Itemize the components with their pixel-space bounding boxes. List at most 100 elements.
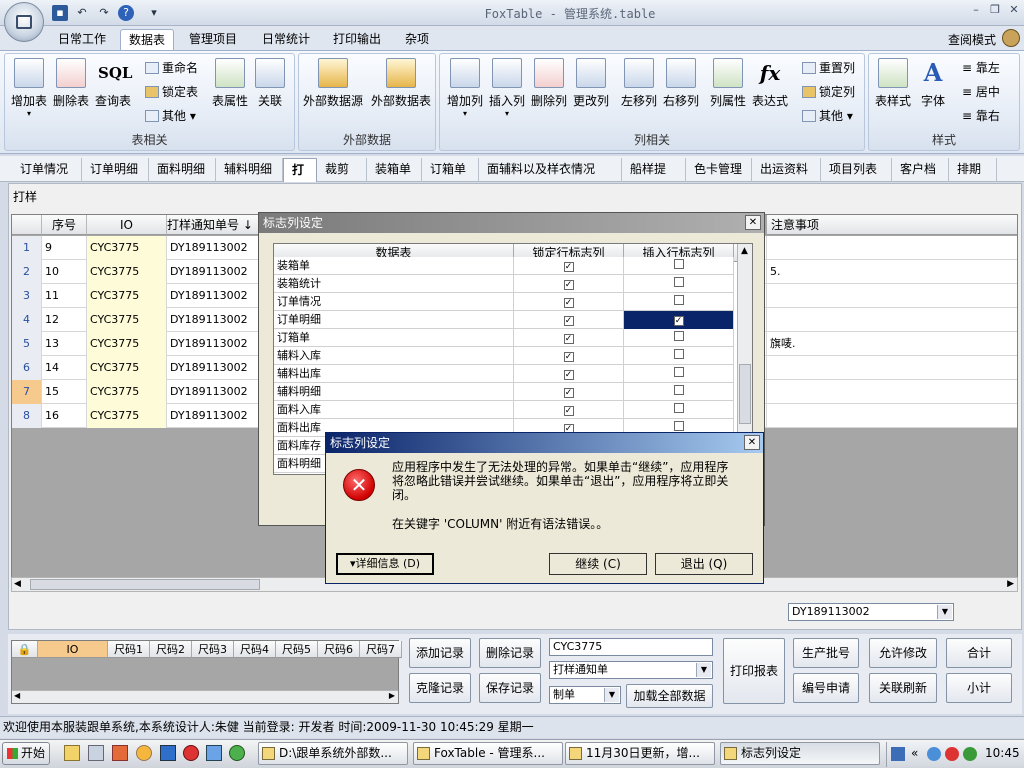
query-table-button[interactable]: SQL 查询表 bbox=[88, 58, 138, 109]
qq-icon[interactable] bbox=[136, 745, 152, 761]
header-notes[interactable]: 注意事项 bbox=[767, 215, 1017, 235]
header-notice[interactable]: 打样通知单号 ↓ bbox=[167, 215, 261, 235]
taskbar-item-1[interactable]: FoxTable - 管理系... bbox=[413, 742, 563, 765]
cell-notes[interactable]: 5. bbox=[767, 260, 1017, 284]
doc-tab-3[interactable]: 辅料明细 bbox=[216, 158, 283, 182]
lock-columns-button[interactable]: 锁定列 bbox=[802, 82, 855, 102]
checkbox[interactable] bbox=[673, 295, 684, 305]
taskbar-item-2[interactable]: 11月30日更新，增... bbox=[565, 742, 715, 765]
size-header-7[interactable]: 尺码7 bbox=[360, 641, 402, 658]
list-item[interactable]: 订单明细 ✓ ✓ bbox=[274, 311, 734, 329]
clock[interactable]: 10:45 bbox=[985, 746, 1020, 760]
cell-notes[interactable] bbox=[767, 404, 1017, 428]
tab-print-output[interactable]: 打印输出 bbox=[325, 29, 389, 50]
refresh-relation-button[interactable]: 关联刷新 bbox=[869, 673, 937, 703]
table-other-button[interactable]: 其他 ▾ bbox=[145, 106, 196, 126]
chevron-down-icon[interactable]: ▼ bbox=[937, 605, 952, 619]
list-item[interactable]: 面料入库 ✓ bbox=[274, 401, 734, 419]
doc-tab-14[interactable]: 排期表 bbox=[949, 158, 997, 198]
minimize-icon[interactable]: – bbox=[968, 3, 984, 17]
flag-insert-cell[interactable]: ✓ bbox=[624, 311, 734, 329]
doc-tab-12[interactable]: 项目列表 bbox=[821, 158, 892, 182]
doc-tab-11[interactable]: 出运资料 bbox=[752, 158, 821, 182]
batch-no-button[interactable]: 生产批号 bbox=[793, 638, 859, 668]
network-icon[interactable] bbox=[927, 747, 941, 761]
details-button[interactable]: ▾详细信息 (D) bbox=[336, 553, 434, 575]
doc-tab-8[interactable]: 面辅料以及样衣情况 bbox=[479, 158, 622, 182]
help-icon[interactable]: ? bbox=[118, 5, 134, 21]
row-number[interactable]: 7 bbox=[12, 380, 42, 404]
lock-table-button[interactable]: 锁定表 bbox=[145, 82, 198, 102]
scroll-thumb[interactable] bbox=[739, 364, 751, 424]
header-seq[interactable]: 序号 bbox=[42, 215, 87, 235]
row-number[interactable]: 4 bbox=[12, 308, 42, 332]
corner-header[interactable] bbox=[12, 215, 42, 235]
notice-filter-combo[interactable]: DY189113002 ▼ bbox=[788, 603, 954, 621]
flag-lock-cell[interactable]: ✓ bbox=[514, 365, 624, 383]
load-all-button[interactable]: 加载全部数据 bbox=[626, 684, 713, 708]
scroll-left-icon[interactable]: ◀ bbox=[14, 579, 21, 589]
exit-button[interactable]: 退出 (Q) bbox=[655, 553, 753, 575]
clone-record-button[interactable]: 克隆记录 bbox=[409, 673, 471, 703]
cell-io[interactable]: CYC3775 bbox=[87, 332, 167, 356]
desktop-icon[interactable] bbox=[88, 745, 104, 761]
checkbox[interactable] bbox=[673, 331, 684, 341]
doc-tab-9[interactable]: 船样提取 bbox=[622, 158, 686, 198]
row-number[interactable]: 5 bbox=[12, 332, 42, 356]
tab-daily-stats[interactable]: 日常统计 bbox=[254, 29, 318, 50]
checkbox[interactable] bbox=[673, 367, 684, 377]
cell-io[interactable]: CYC3775 bbox=[87, 260, 167, 284]
tab-data-table[interactable]: 数据表 bbox=[120, 29, 175, 50]
checkbox[interactable] bbox=[673, 277, 684, 287]
font-button[interactable]: A 字体 bbox=[908, 58, 958, 109]
cell-io[interactable]: CYC3775 bbox=[87, 284, 167, 308]
cell-notes[interactable] bbox=[767, 284, 1017, 308]
doc-tab-13[interactable]: 客户档案 bbox=[892, 158, 949, 198]
list-item[interactable]: 辅料入库 ✓ bbox=[274, 347, 734, 365]
row-number[interactable]: 3 bbox=[12, 284, 42, 308]
flag-insert-cell[interactable] bbox=[624, 347, 734, 365]
row-number[interactable]: 8 bbox=[12, 404, 42, 428]
doc-tab-7[interactable]: 订箱单 bbox=[422, 158, 479, 182]
tray-expand-icon[interactable]: « bbox=[911, 746, 918, 760]
tab-manage-project[interactable]: 管理项目 bbox=[181, 29, 245, 50]
continue-button[interactable]: 继续 (C) bbox=[549, 553, 647, 575]
cell-notice[interactable]: DY189113002 bbox=[167, 284, 261, 308]
browser-icon[interactable] bbox=[229, 745, 245, 761]
users-icon[interactable] bbox=[1002, 29, 1020, 47]
size-header-5[interactable]: 尺码5 bbox=[276, 641, 318, 658]
cell-notes[interactable] bbox=[767, 380, 1017, 404]
close-icon[interactable]: ✕ bbox=[744, 435, 760, 450]
cell-io[interactable]: CYC3775 bbox=[87, 380, 167, 404]
doc-tab-5[interactable]: 裁剪数 bbox=[317, 158, 367, 198]
flag-insert-cell[interactable] bbox=[624, 365, 734, 383]
flag-insert-cell[interactable] bbox=[624, 293, 734, 311]
security-icon[interactable] bbox=[183, 745, 199, 761]
total-button[interactable]: 合计 bbox=[946, 638, 1012, 668]
tab-daily-work[interactable]: 日常工作 bbox=[50, 29, 114, 50]
cell-seq[interactable]: 13 bbox=[42, 332, 87, 356]
undo-icon[interactable]: ↶ bbox=[74, 5, 90, 21]
align-left-button[interactable]: ≡ 靠左 bbox=[962, 58, 1000, 78]
doc-tab-6[interactable]: 装箱单 bbox=[367, 158, 422, 182]
taskbar-item-0[interactable]: D:\跟单系统外部数... bbox=[258, 742, 408, 765]
folder-icon[interactable] bbox=[64, 745, 80, 761]
checkbox[interactable]: ✓ bbox=[673, 316, 684, 326]
taskbar-item-3[interactable]: 标志列设定 bbox=[720, 742, 880, 765]
size-header-3[interactable]: 尺码3 bbox=[192, 641, 234, 658]
flag-lock-cell[interactable]: ✓ bbox=[514, 293, 624, 311]
save-record-button[interactable]: 保存记录 bbox=[479, 673, 541, 703]
checkbox[interactable] bbox=[673, 385, 684, 395]
list-item[interactable]: 装箱单 ✓ bbox=[274, 257, 734, 275]
list-item[interactable]: 辅料明细 ✓ bbox=[274, 383, 734, 401]
checkbox[interactable]: ✓ bbox=[563, 370, 574, 380]
doc-tab-0[interactable]: 订单情况 bbox=[12, 158, 82, 182]
flag-lock-cell[interactable]: ✓ bbox=[514, 329, 624, 347]
external-source-button[interactable]: 外部数据源 bbox=[300, 58, 366, 109]
back-icon[interactable] bbox=[160, 745, 176, 761]
allow-edit-button[interactable]: 允许修改 bbox=[869, 638, 937, 668]
make-select[interactable]: 制单 ▼ bbox=[549, 686, 621, 704]
checkbox[interactable]: ✓ bbox=[563, 334, 574, 344]
flag-lock-cell[interactable]: ✓ bbox=[514, 257, 624, 275]
subtotal-button[interactable]: 小计 bbox=[946, 673, 1012, 703]
